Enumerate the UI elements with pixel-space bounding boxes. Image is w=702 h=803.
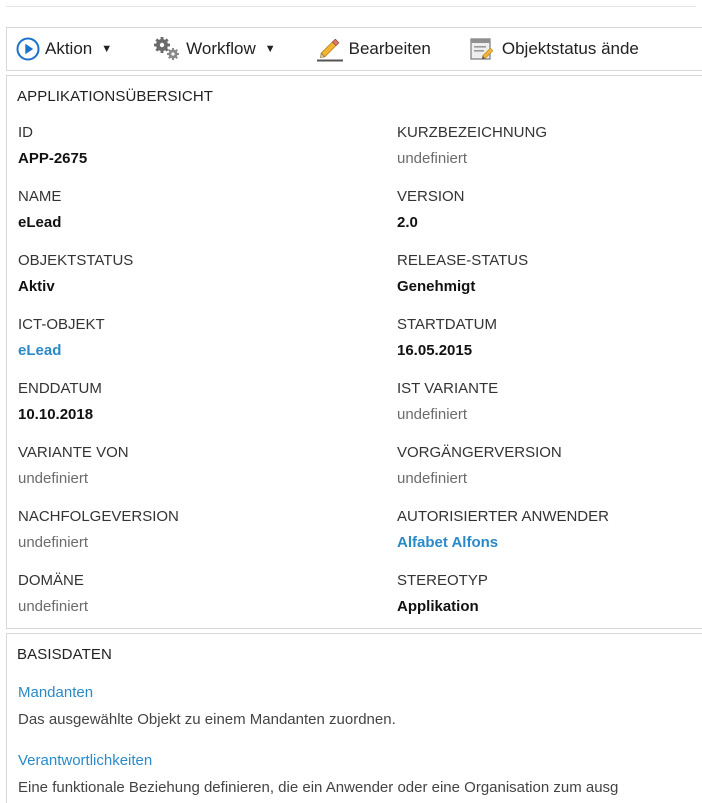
pencil-icon	[316, 35, 344, 63]
field-label: ID	[18, 124, 33, 141]
overview-title: APPLIKATIONSÜBERSICHT	[17, 88, 214, 105]
change-status-button[interactable]: Objektstatus ände	[469, 35, 639, 63]
field-value: undefiniert	[397, 150, 468, 167]
field-label: VARIANTE VON	[18, 444, 129, 461]
field-nachfolgeversion: NACHFOLGEVERSION undefiniert	[18, 507, 318, 553]
authorized-user-link[interactable]: Alfabet Alfons	[397, 533, 697, 553]
field-release-status: RELEASE-STATUS Genehmigt	[397, 251, 697, 297]
field-label: DOMÄNE	[18, 572, 84, 589]
field-variante-von: VARIANTE VON undefiniert	[18, 443, 318, 489]
field-autorisierter-anwender: AUTORISIERTER ANWENDER Alfabet Alfons	[397, 507, 697, 553]
basisdaten-title: BASISDATEN	[17, 646, 112, 663]
chevron-down-icon: ▼	[264, 43, 276, 55]
field-stereotyp: STEREOTYP Applikation	[397, 571, 697, 617]
toolbar: Aktion ▼ Workflow ▼ Bearbeiten Objektsta…	[6, 27, 702, 71]
field-label: AUTORISIERTER ANWENDER	[397, 508, 609, 525]
field-id: ID APP-2675	[18, 123, 318, 169]
field-label: VORGÄNGERVERSION	[397, 444, 562, 461]
field-startdatum: STARTDATUM 16.05.2015	[397, 315, 697, 361]
field-label: VERSION	[397, 188, 465, 205]
field-value: 2.0	[397, 214, 418, 231]
field-ist-variante: IST VARIANTE undefiniert	[397, 379, 697, 425]
field-value: undefiniert	[18, 534, 89, 551]
chevron-down-icon: ▼	[101, 43, 113, 55]
aktion-label: Aktion	[45, 39, 93, 58]
workflow-menu-button[interactable]: Workflow ▼	[152, 36, 276, 62]
field-value: undefiniert	[397, 406, 468, 423]
field-domaene: DOMÄNE undefiniert	[18, 571, 318, 617]
field-enddatum: ENDDATUM 10.10.2018	[18, 379, 318, 425]
field-ict-objekt: ICT-OBJEKT eLead	[18, 315, 318, 361]
field-label: RELEASE-STATUS	[397, 252, 529, 269]
change-status-label: Objektstatus ände	[501, 39, 639, 58]
field-label: KURZBEZEICHNUNG	[397, 124, 548, 141]
field-name: NAME eLead	[18, 187, 318, 233]
field-version: VERSION 2.0	[397, 187, 697, 233]
aktion-menu-button[interactable]: Aktion ▼	[16, 37, 112, 61]
field-label: OBJEKTSTATUS	[18, 252, 134, 269]
verantwortlichkeiten-description: Eine funktionale Beziehung definieren, d…	[18, 779, 619, 796]
edit-label: Bearbeiten	[348, 39, 431, 58]
overview-panel: APPLIKATIONSÜBERSICHT ID APP-2675 KURZBE…	[6, 75, 702, 629]
field-value: undefiniert	[18, 470, 89, 487]
top-divider	[6, 6, 696, 7]
field-label: NACHFOLGEVERSION	[18, 508, 179, 525]
field-label: STEREOTYP	[397, 572, 488, 589]
field-label: STARTDATUM	[397, 316, 497, 333]
ict-object-link[interactable]: eLead	[18, 341, 318, 361]
workflow-label: Workflow	[186, 39, 256, 58]
mandanten-link[interactable]: Mandanten	[18, 684, 93, 701]
field-value: Applikation	[397, 598, 479, 615]
field-label: NAME	[18, 188, 62, 205]
verantwortlichkeiten-link[interactable]: Verantwortlichkeiten	[18, 752, 152, 769]
field-value: APP-2675	[18, 150, 88, 167]
basisdaten-panel: BASISDATEN Mandanten Das ausgewählte Obj…	[6, 633, 702, 803]
field-value: undefiniert	[397, 470, 468, 487]
document-edit-icon	[469, 35, 497, 63]
field-value: Genehmigt	[397, 278, 476, 295]
field-kurzbezeichnung: KURZBEZEICHNUNG undefiniert	[397, 123, 697, 169]
field-label: ICT-OBJEKT	[18, 316, 105, 333]
field-objektstatus: OBJEKTSTATUS Aktiv	[18, 251, 318, 297]
edit-button[interactable]: Bearbeiten	[316, 35, 431, 63]
field-vorgaengerversion: VORGÄNGERVERSION undefiniert	[397, 443, 697, 489]
field-value: Aktiv	[18, 278, 55, 295]
field-value: 16.05.2015	[397, 342, 473, 359]
play-circle-icon	[16, 37, 40, 61]
mandanten-description: Das ausgewählte Objekt zu einem Mandante…	[18, 711, 396, 728]
field-value: undefiniert	[18, 598, 89, 615]
gears-icon	[152, 36, 182, 62]
field-label: IST VARIANTE	[397, 380, 499, 397]
field-label: ENDDATUM	[18, 380, 102, 397]
field-value: eLead	[18, 214, 62, 231]
field-value: 10.10.2018	[18, 406, 94, 423]
